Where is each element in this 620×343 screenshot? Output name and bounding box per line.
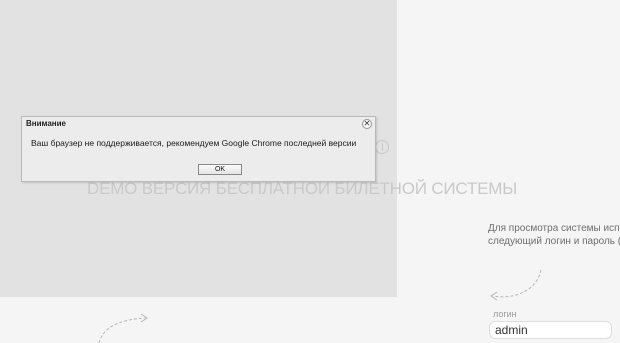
hint-line-1: Для просмотра системы исп (488, 223, 620, 234)
demo-title: DEMO ВЕРСИЯ БЕСПЛАТНОЙ БИЛЕТНОЙ СИСТЕМЫ (87, 179, 518, 198)
decorative-arrow-icon (98, 313, 148, 343)
close-icon[interactable]: ✕ (362, 119, 372, 129)
login-hint: Для просмотра системы исп следующий логи… (488, 222, 620, 248)
dialog-message: Ваш браузер не поддерживается, рекоменду… (31, 138, 357, 148)
alert-dialog: Внимание ✕ Ваш браузер не поддерживается… (21, 116, 376, 182)
login-input[interactable] (489, 321, 612, 339)
dialog-title: Внимание (26, 119, 66, 128)
power-icon (375, 140, 389, 154)
hint-arrow-icon (490, 269, 542, 301)
login-label: логин (493, 309, 517, 319)
hint-line-2: следующий логин и пароль ( (488, 236, 620, 247)
ok-button[interactable]: OK (198, 164, 242, 175)
